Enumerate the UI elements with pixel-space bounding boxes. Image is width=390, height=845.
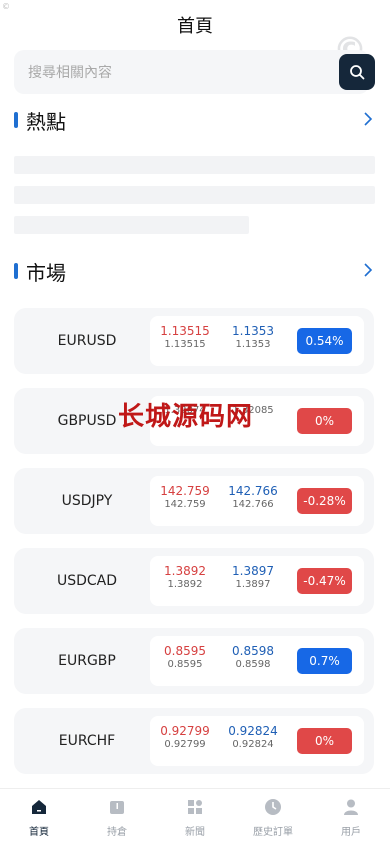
bid-quote: 0.92799 0.92799	[150, 724, 220, 751]
grid-icon	[185, 797, 205, 817]
market-symbol: USDCAD	[56, 573, 118, 589]
home-icon	[29, 797, 49, 817]
loading-placeholder	[14, 216, 249, 234]
quote-panel: 1.3892 1.3892 1.3897 1.3897 -0.47%	[150, 556, 364, 606]
quote-panel: 0.8595 0.8595 0.8598 0.8598 0.7%	[150, 636, 364, 686]
tab-home[interactable]: 首頁	[0, 789, 78, 845]
market-more-chevron-icon[interactable]	[362, 261, 374, 279]
ask-price: 142.766	[228, 484, 278, 498]
bid-price-sub: 142.759	[164, 499, 206, 510]
hot-section-title: 熱點	[26, 110, 66, 134]
bid-price-sub: 1.13515	[164, 339, 206, 350]
user-icon	[341, 797, 361, 817]
market-symbol: EURCHF	[58, 733, 116, 749]
bid-quote: 1.3892 1.3892	[150, 564, 220, 591]
page-header: 首頁	[0, 0, 390, 50]
ask-price-sub: 0.8598	[235, 659, 271, 670]
quote-panel: 0.92799 0.92799 0.92824 0.92824 0%	[150, 716, 364, 766]
market-card[interactable]: USDJPY 142.759 142.759 142.766 142.766 -0.28%	[14, 468, 374, 534]
bid-price-sub: 1.3892	[167, 579, 203, 590]
quote-panel: 142.759 142.759 142.766 142.766 -0.28%	[150, 476, 364, 526]
ask-price-sub: 142.766	[232, 499, 274, 510]
bid-price: 0.92799	[160, 724, 210, 738]
market-symbol: USDJPY	[61, 493, 113, 509]
book-icon	[107, 797, 127, 817]
loading-placeholder	[14, 186, 375, 204]
site-watermark: 长城源码网	[118, 402, 254, 432]
ask-quote: 0.92824 0.92824	[218, 724, 288, 751]
ask-price-sub: 1.3897	[235, 579, 271, 590]
page-title: 首頁	[177, 16, 213, 37]
change-badge[interactable]: 0.7%	[297, 648, 352, 674]
ask-price: 1.1353	[232, 324, 274, 338]
section-accent-bar	[14, 112, 18, 128]
ask-quote: 1.3897 1.3897	[218, 564, 288, 591]
change-badge[interactable]: 0%	[297, 728, 352, 754]
tab-label: 歷史訂單	[253, 827, 293, 838]
ask-price-sub: 0.92824	[232, 739, 274, 750]
change-badge[interactable]: 0%	[297, 408, 352, 434]
change-badge[interactable]: -0.28%	[297, 488, 352, 514]
bid-quote: 142.759 142.759	[150, 484, 220, 511]
hot-section-header: 熱點	[14, 106, 374, 134]
market-symbol: EURUSD	[57, 333, 117, 349]
ask-price: 1.3897	[232, 564, 274, 578]
bid-price: 1.3892	[164, 564, 206, 578]
bid-price: 142.759	[160, 484, 210, 498]
quote-panel: 1.13515 1.13515 1.1353 1.1353 0.54%	[150, 316, 364, 366]
section-accent-bar	[14, 263, 18, 279]
tab-label: 用戶	[341, 827, 361, 838]
tab-order-history[interactable]: 歷史訂單	[234, 789, 312, 845]
ask-quote: 1.1353 1.1353	[218, 324, 288, 351]
market-card[interactable]: USDCAD 1.3892 1.3892 1.3897 1.3897 -0.47%	[14, 548, 374, 614]
ask-quote: 142.766 142.766	[218, 484, 288, 511]
bid-price: 0.8595	[164, 644, 206, 658]
market-symbol: EURGBP	[58, 653, 116, 669]
bottom-tab-bar: 首頁 持倉 新聞 歷史訂單 用戶	[0, 788, 390, 845]
loading-placeholder	[14, 156, 375, 174]
bid-price-sub: 0.92799	[164, 739, 206, 750]
search-icon	[350, 65, 365, 80]
search-bar	[14, 50, 375, 96]
market-section-header: 市場	[14, 257, 374, 285]
ask-quote: 0.8598 0.8598	[218, 644, 288, 671]
hot-more-chevron-icon[interactable]	[362, 110, 374, 128]
ask-price: 0.8598	[232, 644, 274, 658]
bid-price: 1.13515	[160, 324, 210, 338]
change-badge[interactable]: 0.54%	[297, 328, 352, 354]
ask-price-sub: 1.1353	[235, 339, 271, 350]
clock-icon	[263, 797, 283, 817]
market-card[interactable]: EURGBP 0.8595 0.8595 0.8598 0.8598 0.7%	[14, 628, 374, 694]
search-input[interactable]	[26, 50, 330, 96]
tab-label: 首頁	[29, 827, 49, 838]
market-section-title: 市場	[26, 261, 66, 285]
tab-label: 持倉	[107, 827, 127, 838]
bid-price-sub: 0.8595	[167, 659, 203, 670]
change-badge[interactable]: -0.47%	[297, 568, 352, 594]
bid-quote: 1.13515 1.13515	[150, 324, 220, 351]
search-button[interactable]	[339, 54, 375, 90]
bid-quote: 0.8595 0.8595	[150, 644, 220, 671]
ask-price: 0.92824	[228, 724, 278, 738]
tab-label: 新聞	[185, 827, 205, 838]
market-card[interactable]: EURCHF 0.92799 0.92799 0.92824 0.92824 0%	[14, 708, 374, 774]
tab-positions[interactable]: 持倉	[78, 789, 156, 845]
market-card[interactable]: EURUSD 1.13515 1.13515 1.1353 1.1353 0.54%	[14, 308, 374, 374]
tab-news[interactable]: 新聞	[156, 789, 234, 845]
tab-user[interactable]: 用戶	[312, 789, 390, 845]
